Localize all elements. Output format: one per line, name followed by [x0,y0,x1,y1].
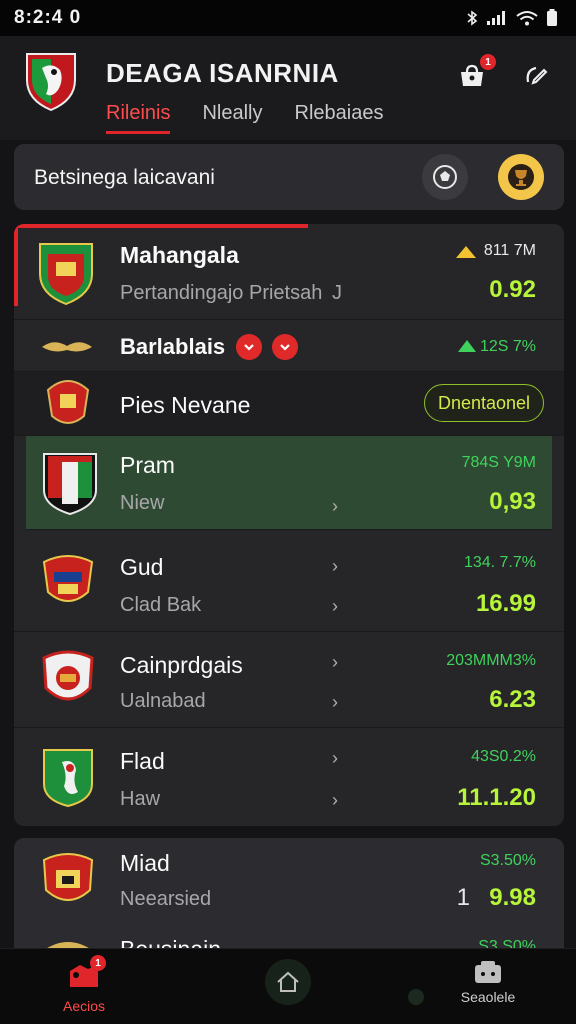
team-name: Cainprdgais [120,652,243,678]
match-row-featured[interactable]: Mahangala Pertandingajo Prietsah J 811 7… [14,224,564,320]
team-crest-icon [42,555,94,602]
team-name: Pram [120,452,175,478]
app-title: DEAGA ISANRNIA [106,58,339,88]
match-subtitle: Niew [120,492,165,514]
feature-pill-button[interactable]: Dnentaonel [424,384,544,422]
match-percentage: 784S Y9M [461,454,536,471]
team-crest-icon [42,853,94,901]
match-subtitle: Clad Bak [120,594,202,616]
team-crest-icon [42,650,94,701]
nav-label: Seaolele [460,989,516,1005]
team-name: Miad [120,850,170,876]
match-odds[interactable]: 11.1.20 [457,784,536,812]
match-list: Mahangala Pertandingajo Prietsah J 811 7… [14,224,564,826]
signal-icon [487,11,505,25]
match-percentage: 811 7M [483,242,536,259]
nav-dot-indicator [408,989,424,1005]
match-odds[interactable]: 6.23 [489,686,536,714]
match-percentage: 134. 7.7% [463,554,536,571]
nav-center-button [265,959,311,1005]
match-row[interactable]: Gud Clad Bak › › 134. 7.7% 16.99 [14,536,564,632]
header-tabs: Rileinis Nleally Rlebaiaes [106,102,383,134]
match-subtitle: Neearsied [120,888,212,910]
chevron-right-icon: › [332,556,338,576]
match-percentage: S3.50% [479,852,536,869]
chevron-right-icon: › [332,790,338,810]
match-odds[interactable]: 16.99 [476,590,536,618]
nav-center[interactable] [228,959,348,1005]
nav-home-icon-wrap: 1 [66,955,106,994]
chevron-right-icon: › [332,748,338,768]
tab-rlebaiaes[interactable]: Rlebaiaes [295,102,384,134]
battery-icon [547,9,557,26]
app-logo-crest-icon [26,53,76,112]
match-percentage: 43S0.2% [471,748,536,765]
team-crest-icon [46,380,90,424]
bluetooth-icon [467,10,478,26]
match-odds[interactable]: 0.92 [489,276,536,304]
pencil-icon [526,66,548,85]
tab-nleally[interactable]: Nleally [202,102,262,134]
filter-button[interactable] [422,154,468,200]
match-row[interactable]: Pram Niew › 784S Y9M 0,93 [26,436,552,530]
promo-row[interactable]: Barlablais 12S 7% [14,320,564,372]
chevron-right-icon: › [332,652,338,672]
status-icons [466,9,558,27]
chevron-right-icon: › [332,596,338,616]
match-row[interactable]: Miad Neearsied S3.50% 1 9.98 [14,838,564,930]
search-label: Betsinega laicavani [34,166,215,189]
profile-button[interactable] [498,154,544,200]
house-icon [277,971,299,992]
nav-home[interactable]: 1 Aecios [24,955,144,1014]
shopping-bag-icon [461,64,483,86]
app-header: DEAGA ISANRNIA 1 Rileinis Nleally Rlebai… [0,36,576,140]
team-crest-icon [39,243,93,306]
match-percentage: 203MMM3% [446,652,536,669]
trend-up-icon [458,340,476,352]
wifi-icon [516,11,538,26]
tab-rileinis[interactable]: Rileinis [106,102,171,134]
cart-button[interactable]: 1 [456,54,496,92]
match-subtitle: Pertandingajo Prietsah [120,282,323,304]
cart-badge: 1 [480,54,496,70]
match-odds[interactable]: 0,93 [489,488,536,516]
chevron-right-icon: › [332,496,338,516]
bottom-navigation: 1 Aecios Seaolele [0,948,576,1024]
trophy-icon [508,164,534,190]
nav-label: Aecios [62,998,106,1014]
match-subtitle: Haw [120,788,161,810]
match-odds-prefix: 1 [456,884,470,911]
team-crest-icon [43,749,93,808]
match-list-secondary: Miad Neearsied S3.50% 1 9.98 Beusinain S… [14,838,564,958]
match-row[interactable]: Flad Haw › › 43S0.2% 11.1.20 [14,728,564,826]
promo-percentage: 12S 7% [479,338,536,355]
match-row[interactable]: Cainprdgais Ualnabad › › 203MMM3% 6.23 [14,632,564,728]
settings-box-icon [475,961,501,983]
feature-team-name: Pies Nevane [120,392,251,418]
nav-badge: 1 [90,955,106,971]
team-name: Flad [120,748,165,774]
wings-crest-icon [42,342,92,352]
live-icon [236,334,262,360]
team-crest-icon [43,453,97,516]
team-name: Mahangala [120,242,239,268]
status-bar: 8:2:4 0 [0,0,576,36]
nav-settings[interactable]: Seaolele [428,959,548,1005]
promo-team-name: Barlablais [120,334,226,359]
team-name: Gud [120,554,164,580]
favorite-icon[interactable] [272,334,298,360]
feature-row[interactable]: Pies Nevane Dnentaonel [14,372,564,436]
edit-button[interactable] [520,60,552,92]
status-time: 8:2:4 0 [14,7,82,28]
match-odds[interactable]: 9.98 [489,884,536,912]
match-subtitle: Ualnabad [120,690,206,712]
soccer-ball-icon [433,165,457,189]
search-bar[interactable]: Betsinega laicavani [14,144,564,210]
chevron-right-icon: › [332,692,338,712]
match-subtitle-suffix: J [332,282,342,304]
trend-up-icon [456,246,476,258]
